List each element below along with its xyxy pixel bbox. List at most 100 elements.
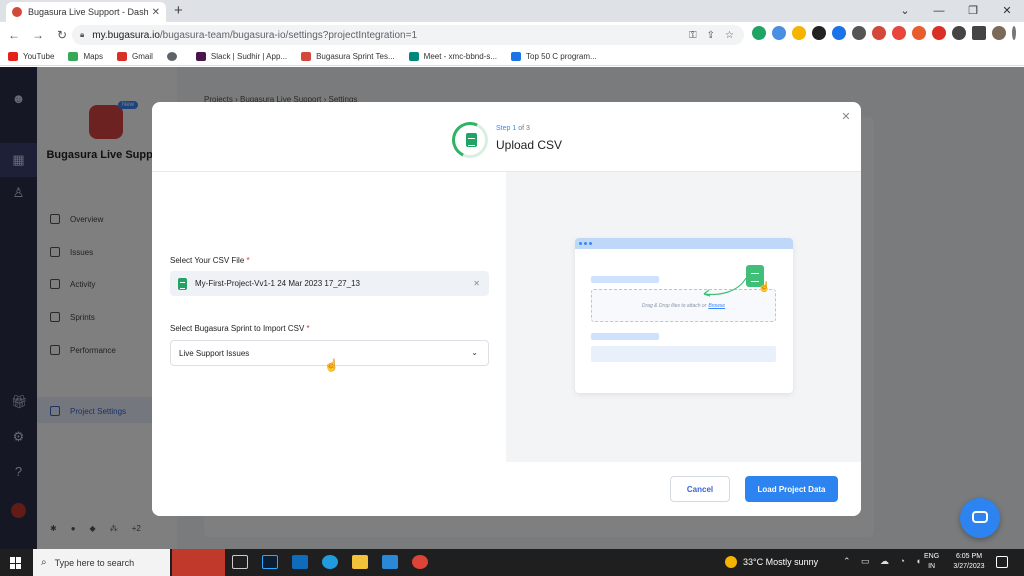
file-explorer-icon[interactable]: [352, 555, 368, 569]
close-window-icon[interactable]: ✕: [990, 0, 1024, 22]
address-bar[interactable]: 🔒︎ my.bugasura.io /bugasura-team/bugasur…: [72, 25, 744, 45]
file-name: My-First-Project-Vv1-1 24 Mar 2023 17_27…: [195, 279, 360, 288]
windows-start-icon[interactable]: [10, 557, 22, 569]
browser-tab[interactable]: Bugasura Live Support - Dashbo ✕: [6, 2, 166, 22]
task-view-icon[interactable]: [232, 555, 248, 569]
bookmark-globe[interactable]: [166, 52, 182, 61]
windows-taskbar: ⌕ Type here to search 33°C Mostly sunny …: [0, 549, 1024, 576]
sprint-label: Select Bugasura Sprint to Import CSV *: [170, 324, 310, 333]
bookmark-youtube[interactable]: YouTube: [8, 52, 54, 61]
upload-illustration: Drag & Drop files to attach or Browse ☝: [575, 238, 793, 393]
puzzle-extensions-icon[interactable]: [952, 26, 966, 40]
camera-extension-icon[interactable]: [852, 26, 866, 40]
sheet-file-icon: [178, 277, 187, 290]
share-icon[interactable]: ⇪: [707, 30, 715, 41]
extension-icon[interactable]: [772, 26, 786, 40]
window-controls: ⌄ — ❐ ✕: [888, 0, 1024, 22]
sheet-file-icon: [466, 133, 477, 147]
chevron-down-icon[interactable]: ⌄: [888, 0, 922, 22]
globe-icon: [166, 52, 177, 61]
side-panel-icon[interactable]: [972, 26, 986, 40]
modal-title: Upload CSV: [496, 138, 563, 152]
step-indicator: Step 1 of 3: [496, 125, 530, 132]
remove-file-icon[interactable]: ✕: [473, 279, 480, 288]
chevron-down-icon: ⌄: [471, 348, 478, 357]
step-progress-ring: [446, 116, 494, 164]
extension-icon[interactable]: [812, 26, 826, 40]
close-tab-icon[interactable]: ✕: [152, 7, 160, 18]
edge-icon[interactable]: [322, 555, 338, 569]
tab-title: Bugasura Live Support - Dashbo: [28, 7, 148, 17]
photoshop-icon[interactable]: [262, 555, 278, 569]
modal-header: Step 1 of 3 Upload CSV ✕: [152, 102, 861, 172]
maps-icon: [68, 52, 79, 61]
close-modal-icon[interactable]: ✕: [839, 110, 853, 123]
form-pane: Select Your CSV File * Select Bugasura S…: [152, 172, 506, 462]
system-tray[interactable]: ⌃ ▭ ☁ ◔ ◖: [843, 556, 925, 567]
key-icon[interactable]: ⚿: [689, 30, 697, 41]
load-project-data-button[interactable]: Load Project Data: [745, 476, 838, 502]
csv-file-label: Select Your CSV File *: [170, 256, 250, 265]
menu-icon[interactable]: [1012, 26, 1016, 40]
upload-csv-modal: Step 1 of 3 Upload CSV ✕ Select Your CSV…: [152, 102, 861, 516]
sun-icon: [725, 556, 737, 568]
modal-footer: Cancel Load Project Data: [152, 462, 861, 516]
notifications-icon[interactable]: [996, 556, 1008, 568]
bugasura-favicon-icon: [12, 7, 22, 17]
hand-cursor-icon: ☝: [758, 282, 771, 293]
gmail-icon: [117, 52, 127, 61]
chat-icon: [972, 511, 988, 523]
url-path: /bugasura-team/bugasura-io/settings?proj…: [159, 29, 418, 41]
clock[interactable]: 6:05 PM 3/27/2023: [948, 552, 990, 572]
taskbar-search[interactable]: ⌕ Type here to search: [33, 549, 170, 576]
back-icon[interactable]: ←: [4, 28, 24, 42]
bookmark-top50[interactable]: Top 50 C program...: [511, 52, 597, 61]
weather-widget[interactable]: 33°C Mostly sunny: [725, 556, 818, 568]
mail-icon[interactable]: [292, 555, 308, 569]
search-highlight-image[interactable]: [172, 549, 225, 576]
lock-icon[interactable]: 🔒︎: [80, 30, 84, 40]
browser-tab-bar: Bugasura Live Support - Dashbo ✕ + ⌄ — ❐…: [0, 0, 1024, 22]
curved-arrow-icon: [703, 277, 747, 297]
slack-icon: [195, 52, 206, 61]
store-icon[interactable]: [382, 555, 398, 569]
reload-icon[interactable]: ↻: [52, 28, 72, 42]
bookmark-slack[interactable]: Slack | Sudhir | App...: [195, 52, 287, 61]
url-host: my.bugasura.io: [92, 29, 160, 41]
cancel-button[interactable]: Cancel: [670, 476, 730, 502]
bookmark-star-icon[interactable]: ☆: [725, 30, 734, 41]
chat-button[interactable]: [960, 498, 1000, 538]
edureka-icon: [511, 52, 522, 61]
profile-avatar[interactable]: [992, 26, 1006, 40]
bookmark-gmail[interactable]: Gmail: [117, 52, 153, 61]
taskbar-apps: [232, 555, 428, 569]
bookmark-maps[interactable]: Maps: [68, 52, 103, 61]
bookmark-bugasura-sprint[interactable]: Bugasura Sprint Tes...: [301, 52, 395, 61]
new-tab-icon[interactable]: +: [174, 2, 183, 19]
browser-toolbar: ← → ↻ 🔒︎ my.bugasura.io /bugasura-team/b…: [0, 22, 1024, 48]
selected-file-chip: My-First-Project-Vv1-1 24 Mar 2023 17_27…: [170, 271, 489, 296]
hand-cursor-icon: ☝: [324, 358, 339, 372]
minimize-icon[interactable]: —: [922, 0, 956, 22]
extension-icon[interactable]: [932, 26, 946, 40]
extension-icon[interactable]: [832, 26, 846, 40]
taskbar-search-placeholder: Type here to search: [54, 557, 135, 568]
forward-icon[interactable]: →: [28, 28, 48, 42]
meet-icon: [408, 52, 419, 61]
youtube-icon: [8, 52, 18, 61]
extension-icon[interactable]: [792, 26, 806, 40]
bookmarks-bar: YouTube Maps Gmail Slack | Sudhir | App.…: [0, 48, 1024, 66]
extensions-area: [752, 26, 1016, 40]
bookmark-meet[interactable]: Meet - xmc-bbnd-s...: [408, 52, 497, 61]
chrome-icon[interactable]: [412, 555, 428, 569]
grammarly-extension-icon[interactable]: [752, 26, 766, 40]
extension-icon[interactable]: [912, 26, 926, 40]
search-icon: ⌕: [41, 557, 47, 568]
illustration-pane: Drag & Drop files to attach or Browse ☝: [506, 172, 861, 462]
bugasura-extension-icon[interactable]: [872, 26, 886, 40]
bugasura-icon: [301, 52, 312, 61]
extension-icon[interactable]: [892, 26, 906, 40]
language-indicator[interactable]: ENG IN: [924, 552, 939, 572]
maximize-icon[interactable]: ❐: [956, 0, 990, 22]
illustration-window-bar: [575, 238, 793, 249]
